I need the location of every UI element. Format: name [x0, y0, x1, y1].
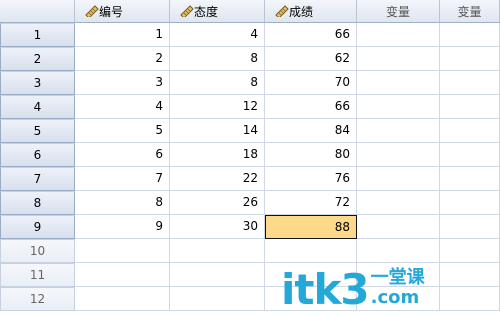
data-cell[interactable] [440, 119, 500, 143]
row-header-5[interactable]: 5 [0, 119, 75, 143]
data-cell[interactable]: 26 [170, 191, 265, 215]
column-header-label: 变量 [457, 4, 482, 19]
data-cell[interactable]: 7 [75, 167, 170, 191]
data-cell[interactable]: 14 [170, 119, 265, 143]
row-header-3[interactable]: 3 [0, 71, 75, 95]
watermark-cn: 一堂课 [370, 267, 425, 288]
data-cell[interactable] [75, 287, 170, 311]
data-cell[interactable] [440, 143, 500, 167]
data-cell[interactable] [440, 215, 500, 239]
data-cell[interactable]: 1 [75, 23, 170, 47]
data-cell[interactable] [75, 239, 170, 263]
data-cell[interactable]: 4 [170, 23, 265, 47]
column-header-3[interactable]: 变量 [357, 0, 440, 23]
data-cell[interactable] [440, 71, 500, 95]
column-header-label: 态度 [194, 4, 219, 19]
data-cell[interactable] [170, 239, 265, 263]
row-header-2[interactable]: 2 [0, 47, 75, 71]
data-cell[interactable]: 22 [170, 167, 265, 191]
data-cell[interactable] [265, 239, 357, 263]
data-cell[interactable] [440, 239, 500, 263]
row-header-8[interactable]: 8 [0, 191, 75, 215]
row-header-12[interactable]: 12 [0, 287, 75, 311]
selected-cell[interactable]: 88 [265, 215, 357, 239]
data-cell[interactable]: 4 [75, 95, 170, 119]
data-cell[interactable] [75, 263, 170, 287]
data-cell[interactable]: 8 [170, 71, 265, 95]
column-header-label: 编号 [99, 4, 124, 19]
column-header-4[interactable]: 变量 [440, 0, 500, 23]
scale-ruler-icon [275, 5, 289, 17]
data-cell[interactable] [357, 71, 440, 95]
watermark-side: 一堂课 .com [371, 268, 425, 308]
data-cell[interactable]: 70 [265, 71, 357, 95]
data-cell[interactable] [440, 287, 500, 311]
column-header-1[interactable]: 态度 [170, 0, 265, 23]
data-cell[interactable]: 76 [265, 167, 357, 191]
data-cell[interactable]: 6 [75, 143, 170, 167]
column-header-2[interactable]: 成绩 [265, 0, 357, 23]
data-cell[interactable] [357, 119, 440, 143]
data-cell[interactable]: 30 [170, 215, 265, 239]
data-cell[interactable] [440, 191, 500, 215]
scale-ruler-icon [85, 5, 99, 17]
data-cell[interactable] [440, 167, 500, 191]
data-cell[interactable]: 2 [75, 47, 170, 71]
column-header-label: 变量 [385, 4, 410, 19]
column-header-label: 成绩 [289, 4, 314, 19]
data-cell[interactable]: 62 [265, 47, 357, 71]
data-cell[interactable]: 80 [265, 143, 357, 167]
data-cell[interactable]: 3 [75, 71, 170, 95]
row-header-9[interactable]: 9 [0, 215, 75, 239]
corner-header[interactable] [0, 0, 75, 23]
data-cell[interactable]: 8 [170, 47, 265, 71]
data-cell[interactable]: 5 [75, 119, 170, 143]
row-header-6[interactable]: 6 [0, 143, 75, 167]
data-cell[interactable] [357, 143, 440, 167]
data-cell[interactable]: 18 [170, 143, 265, 167]
site-watermark: itk3 一堂课 .com [281, 266, 425, 312]
row-header-4[interactable]: 4 [0, 95, 75, 119]
data-cell[interactable] [357, 191, 440, 215]
row-header-10[interactable]: 10 [0, 239, 75, 263]
scale-ruler-icon [180, 5, 194, 17]
data-cell[interactable] [440, 95, 500, 119]
data-cell[interactable] [357, 23, 440, 47]
row-header-11[interactable]: 11 [0, 263, 75, 287]
data-cell[interactable] [357, 95, 440, 119]
data-cell[interactable] [357, 47, 440, 71]
data-cell[interactable] [357, 239, 440, 263]
data-cell[interactable] [440, 23, 500, 47]
row-header-7[interactable]: 7 [0, 167, 75, 191]
data-cell[interactable]: 72 [265, 191, 357, 215]
data-cell[interactable] [170, 263, 265, 287]
watermark-main: itk3 [281, 265, 370, 314]
row-header-1[interactable]: 1 [0, 23, 75, 47]
data-cell[interactable] [357, 167, 440, 191]
data-cell[interactable]: 84 [265, 119, 357, 143]
data-cell[interactable]: 9 [75, 215, 170, 239]
data-cell[interactable]: 12 [170, 95, 265, 119]
data-cell[interactable]: 8 [75, 191, 170, 215]
watermark-com: .com [370, 287, 420, 308]
data-cell[interactable] [170, 287, 265, 311]
data-cell[interactable]: 66 [265, 23, 357, 47]
data-cell[interactable] [357, 215, 440, 239]
column-header-0[interactable]: 编号 [75, 0, 170, 23]
data-cell[interactable]: 66 [265, 95, 357, 119]
data-cell[interactable] [440, 47, 500, 71]
data-cell[interactable] [440, 263, 500, 287]
